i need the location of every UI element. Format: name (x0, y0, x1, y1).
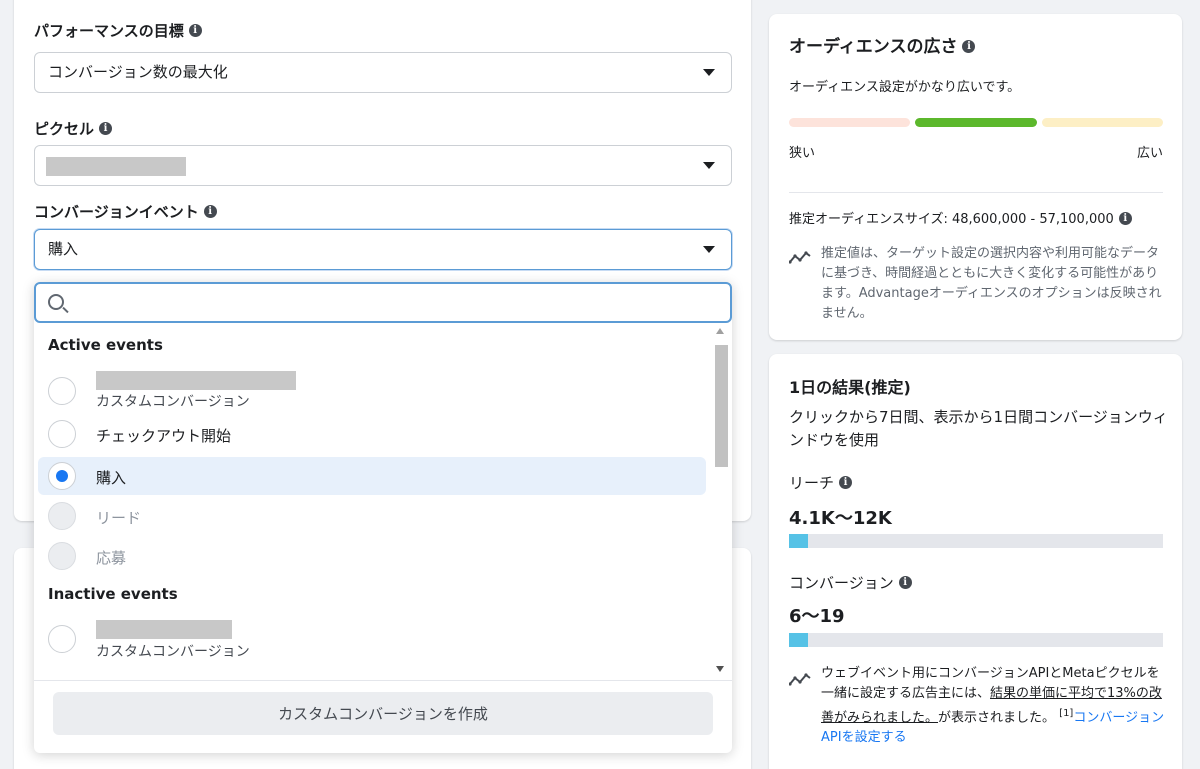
meter-wide-segment (1042, 118, 1163, 127)
scrollbar[interactable] (712, 325, 728, 675)
meter-active-segment (915, 118, 1037, 127)
pixel-select[interactable] (34, 145, 732, 186)
list-item[interactable]: カスタムコンバージョン (38, 371, 706, 415)
footnote-ref[interactable]: [1] (1059, 708, 1073, 719)
active-events-title: Active events (48, 336, 163, 354)
list-item-label: 応募 (96, 549, 127, 567)
meter-narrow-segment (789, 118, 910, 127)
reach-bar (789, 534, 1163, 548)
list-item-selected[interactable]: 購入 (38, 457, 706, 495)
redacted-pixel-name (46, 157, 186, 176)
create-custom-conversion-button[interactable]: カスタムコンバージョンを作成 (53, 692, 713, 735)
info-icon[interactable]: i (99, 122, 113, 135)
daily-results-card: 1日の結果(推定) クリックから7日間、表示から1日間コンバージョンウィンドウを… (769, 354, 1182, 769)
radio-button[interactable] (48, 420, 76, 448)
info-icon[interactable]: i (839, 476, 853, 489)
audience-size: 推定オーディエンスサイズ: 48,600,000 - 57,100,000 i (789, 208, 1132, 227)
performance-goal-select[interactable]: コンバージョン数の最大化 (34, 52, 732, 93)
list-item-label: チェックアウト開始 (96, 427, 232, 445)
event-list: Active events カスタムコンバージョン チェックアウト開始 購入 リ… (34, 323, 712, 679)
audience-description: オーディエンス設定がかなり広いです。 (789, 80, 1021, 95)
divider (789, 192, 1163, 193)
trend-icon (789, 673, 811, 686)
results-note: ウェブイベント用にコンバージョンAPIとMetaピクセルを一緒に設定する広告主に… (821, 666, 1165, 746)
radio-button[interactable] (48, 625, 76, 653)
chevron-down-icon (703, 162, 715, 169)
info-icon[interactable]: i (188, 24, 202, 37)
audience-title: オーディエンスの広さ i (789, 32, 976, 57)
scrollbar-thumb[interactable] (715, 345, 728, 467)
reach-bar-fill (789, 534, 808, 548)
list-item-label: リード (96, 509, 142, 527)
list-item-disabled: リード (38, 497, 706, 535)
search-box (34, 282, 732, 323)
scroll-down-arrow-icon[interactable] (716, 666, 724, 672)
chevron-down-icon (703, 246, 715, 253)
list-item-disabled: 応募 (38, 537, 706, 575)
meter-wide-label: 広い (1136, 146, 1163, 161)
performance-goal-label: パフォーマンスの目標 i (34, 20, 202, 41)
redacted-event-name (96, 620, 232, 639)
conversions-label: コンバージョン i (789, 572, 912, 593)
inactive-events-title: Inactive events (48, 585, 178, 603)
scroll-up-arrow-icon[interactable] (716, 328, 724, 334)
conversions-value: 6〜19 (789, 606, 845, 627)
info-icon[interactable]: i (203, 205, 217, 218)
conversion-event-select[interactable]: 購入 (34, 229, 732, 270)
radio-button-disabled (48, 502, 76, 530)
info-icon[interactable]: i (898, 576, 912, 589)
info-icon[interactable]: i (1118, 212, 1132, 225)
results-title: 1日の結果(推定) (789, 378, 911, 397)
conversions-bar-fill (789, 633, 808, 647)
info-icon[interactable]: i (962, 39, 976, 53)
divider (34, 680, 732, 681)
radio-button-checked[interactable] (48, 462, 76, 490)
chevron-down-icon (703, 69, 715, 76)
conversions-bar (789, 633, 1163, 647)
audience-breadth-card: オーディエンスの広さ i オーディエンス設定がかなり広いです。 狭い 広い 推定オ… (769, 14, 1182, 340)
radio-button[interactable] (48, 377, 76, 405)
list-item-sublabel: カスタムコンバージョン (96, 644, 250, 660)
conversion-event-dropdown: Active events カスタムコンバージョン チェックアウト開始 購入 リ… (34, 282, 732, 753)
search-input[interactable] (76, 290, 716, 317)
meter-narrow-label: 狭い (789, 146, 816, 161)
list-item-label: 購入 (96, 469, 127, 487)
list-item[interactable]: カスタムコンバージョン (38, 619, 706, 663)
conversion-event-label: コンバージョンイベント i (34, 201, 217, 222)
search-icon (48, 294, 64, 310)
pixel-label: ピクセル i (34, 118, 113, 139)
reach-label: リーチ i (789, 472, 853, 493)
reach-value: 4.1K〜12K (789, 508, 892, 529)
redacted-event-name (96, 371, 296, 390)
audience-note: 推定値は、ターゲット設定の選択内容や利用可能なデータに基づき、時間経過とともに大… (821, 246, 1162, 321)
trend-icon (789, 251, 811, 264)
results-description: クリックから7日間、表示から1日間コンバージョンウィンドウを使用 (789, 408, 1168, 449)
list-item[interactable]: チェックアウト開始 (38, 415, 706, 453)
radio-button-disabled (48, 542, 76, 570)
list-item-sublabel: カスタムコンバージョン (96, 394, 250, 410)
